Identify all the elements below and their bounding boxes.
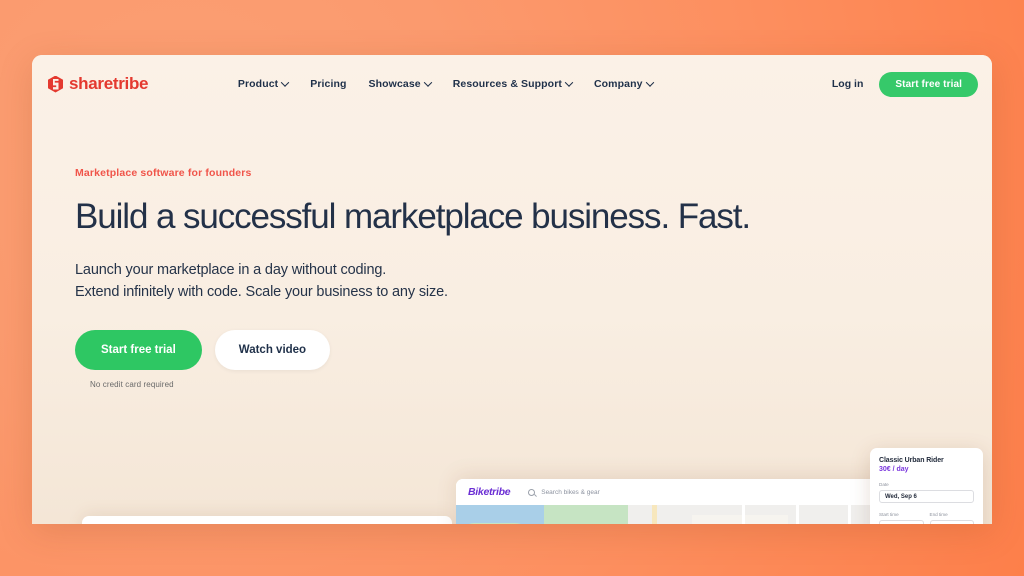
nav-item-pricing-label: Pricing	[310, 78, 347, 90]
map-canvas[interactable]: 35€ 25€ 30€	[456, 505, 913, 524]
nav-item-showcase-label: Showcase	[368, 78, 421, 90]
map-mockup-brand: Biketribe	[468, 486, 511, 498]
hero-cta-note: No credit card required	[90, 379, 174, 389]
nav-item-pricing[interactable]: Pricing	[310, 78, 346, 90]
booking-date-value: Wed, Sep 6	[885, 493, 917, 500]
nav-right-actions: Log in Start free trial	[832, 71, 978, 97]
dashboard-mockup: Biketribe Live Home Search listings by t…	[82, 516, 452, 524]
nav-item-product[interactable]: Product	[237, 78, 290, 90]
booking-start-time-label: Start time	[879, 512, 899, 517]
map-road	[742, 505, 745, 524]
hero-start-free-trial-button[interactable]: Start free trial	[75, 329, 202, 370]
booking-end-time-value: 4:00 PM	[936, 524, 959, 525]
nav-item-resources-support[interactable]: Resources & Support	[452, 78, 574, 90]
chevron-down-icon	[564, 78, 574, 87]
nav-item-showcase[interactable]: Showcase	[368, 78, 432, 90]
hero-eyebrow: Marketplace software for founders	[75, 167, 252, 179]
nav-item-company-label: Company	[593, 78, 643, 90]
nav-item-company[interactable]: Company	[593, 78, 654, 90]
nav-links: Product Pricing Showcase Resources & Sup…	[237, 78, 654, 90]
hero-cta-row: Start free trial Watch video	[75, 329, 952, 370]
map-mockup-header: Biketribe Search bikes & gear	[456, 479, 913, 505]
chevron-down-icon	[645, 78, 654, 87]
hero-subtext-line1: Launch your marketplace in a day without…	[75, 262, 387, 279]
booking-start-time-value: 10:00 AM	[885, 524, 911, 525]
booking-start-time-field[interactable]: 10:00 AM	[879, 520, 924, 524]
browser-page-canvas: sharetribe Product Pricing Showcase Reso…	[32, 55, 992, 524]
booking-listing-title: Classic Urban Rider	[879, 457, 944, 464]
map-road	[848, 505, 851, 524]
map-mockup-search-input[interactable]: Search bikes & gear	[528, 488, 600, 496]
map-mockup-search-placeholder: Search bikes & gear	[541, 488, 600, 496]
map-road	[796, 505, 799, 524]
booking-date-label: Date	[879, 482, 889, 487]
sharetribe-logo[interactable]: sharetribe	[46, 74, 149, 94]
nav-start-free-trial-button[interactable]: Start free trial	[879, 71, 978, 97]
nav-item-product-label: Product	[237, 78, 279, 90]
login-link[interactable]: Log in	[832, 78, 864, 90]
chevron-down-icon	[423, 78, 432, 87]
hero-subtext-line2: Extend infinitely with code. Scale your …	[75, 283, 448, 300]
map-block-area	[692, 515, 788, 524]
top-navigation-bar: sharetribe Product Pricing Showcase Reso…	[32, 55, 992, 113]
hero-section: Marketplace software for founders Build …	[75, 167, 952, 389]
booking-card-mockup: Classic Urban Rider 30€ / day Date Wed, …	[870, 448, 983, 524]
hero-subtext: Launch your marketplace in a day without…	[75, 260, 952, 304]
dashboard-mockup-header: Biketribe Live	[82, 516, 452, 524]
nav-item-resources-label: Resources & Support	[452, 78, 562, 90]
sharetribe-logo-text: sharetribe	[69, 74, 149, 93]
sharetribe-logo-icon	[48, 75, 63, 93]
booking-date-field[interactable]: Wed, Sep 6	[879, 490, 974, 503]
booking-time-row: Start time 10:00 AM End time 4:00 PM	[879, 503, 974, 524]
map-main-road	[652, 505, 657, 524]
booking-end-time-field[interactable]: 4:00 PM	[929, 520, 974, 525]
booking-listing-price: 30€ / day	[879, 466, 909, 473]
booking-end-time-label: End time	[929, 512, 948, 517]
map-park-area	[544, 505, 628, 524]
search-icon	[528, 488, 536, 496]
hero-watch-video-button[interactable]: Watch video	[214, 329, 331, 370]
map-mockup: Biketribe Search bikes & gear	[456, 479, 913, 524]
page-title: Build a successful marketplace business.…	[75, 197, 751, 236]
chevron-down-icon	[281, 78, 290, 87]
